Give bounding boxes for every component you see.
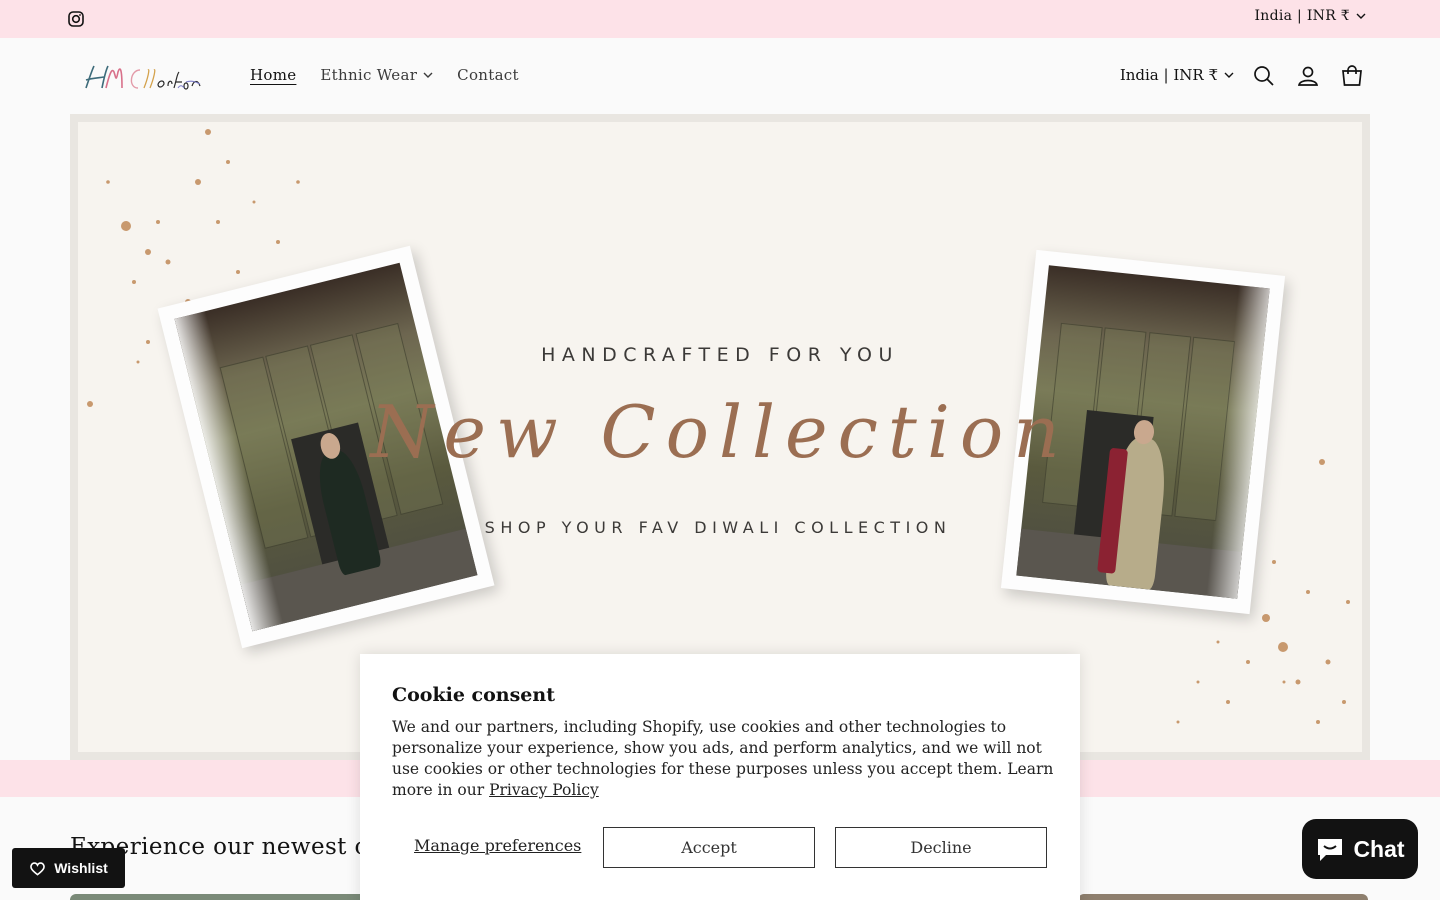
main-nav: Home Ethnic Wear Contact — [250, 66, 543, 84]
cookie-consent-dialog: Cookie consent We and our partners, incl… — [360, 654, 1080, 900]
chat-label: Chat — [1353, 835, 1405, 862]
chevron-down-icon — [423, 72, 433, 78]
wishlist-label: Wishlist — [54, 860, 108, 876]
chevron-down-icon — [1356, 13, 1366, 19]
nav-home[interactable]: Home — [250, 66, 296, 84]
wishlist-button[interactable]: Wishlist — [12, 848, 125, 888]
accept-button[interactable]: Accept — [603, 827, 815, 868]
heart-icon — [30, 861, 46, 876]
decline-button[interactable]: Decline — [835, 827, 1047, 868]
hero-tagline-top: HANDCRAFTED FOR YOU — [541, 344, 899, 366]
hero-tagline-bottom: SHOP YOUR FAV DIWALI COLLECTION — [484, 518, 952, 537]
cart-icon[interactable] — [1340, 64, 1364, 88]
hero-script-title: New Collection — [370, 390, 1070, 474]
nav-contact-label: Contact — [457, 66, 519, 84]
instagram-icon[interactable] — [68, 11, 84, 27]
search-icon[interactable] — [1252, 64, 1276, 88]
site-header: Home Ethnic Wear Contact India | INR ₹ — [0, 38, 1440, 114]
logo[interactable] — [82, 58, 204, 98]
nav-ethnic-wear[interactable]: Ethnic Wear — [320, 66, 433, 84]
locale-selector-top[interactable]: India | INR ₹ — [1254, 8, 1366, 24]
nav-ethnic-wear-label: Ethnic Wear — [320, 66, 418, 84]
locale-label: India | INR ₹ — [1254, 8, 1350, 24]
cookie-title: Cookie consent — [392, 684, 555, 706]
locale-label: India | INR ₹ — [1119, 66, 1218, 84]
manage-preferences-link[interactable]: Manage preferences — [414, 836, 581, 855]
nav-contact[interactable]: Contact — [457, 66, 519, 84]
chat-bubble-icon — [1318, 839, 1343, 861]
chat-button[interactable]: Chat — [1302, 819, 1418, 879]
cookie-body: We and our partners, including Shopify, … — [392, 717, 1054, 801]
chevron-down-icon — [1224, 72, 1234, 78]
privacy-policy-link[interactable]: Privacy Policy — [489, 781, 599, 799]
locale-selector-header[interactable]: India | INR ₹ — [1120, 66, 1234, 84]
product-image-left[interactable] — [70, 894, 370, 900]
product-image-right[interactable] — [1078, 894, 1368, 900]
account-icon[interactable] — [1296, 64, 1320, 88]
announcement-bar: India | INR ₹ — [0, 0, 1440, 38]
nav-home-label: Home — [250, 66, 297, 84]
